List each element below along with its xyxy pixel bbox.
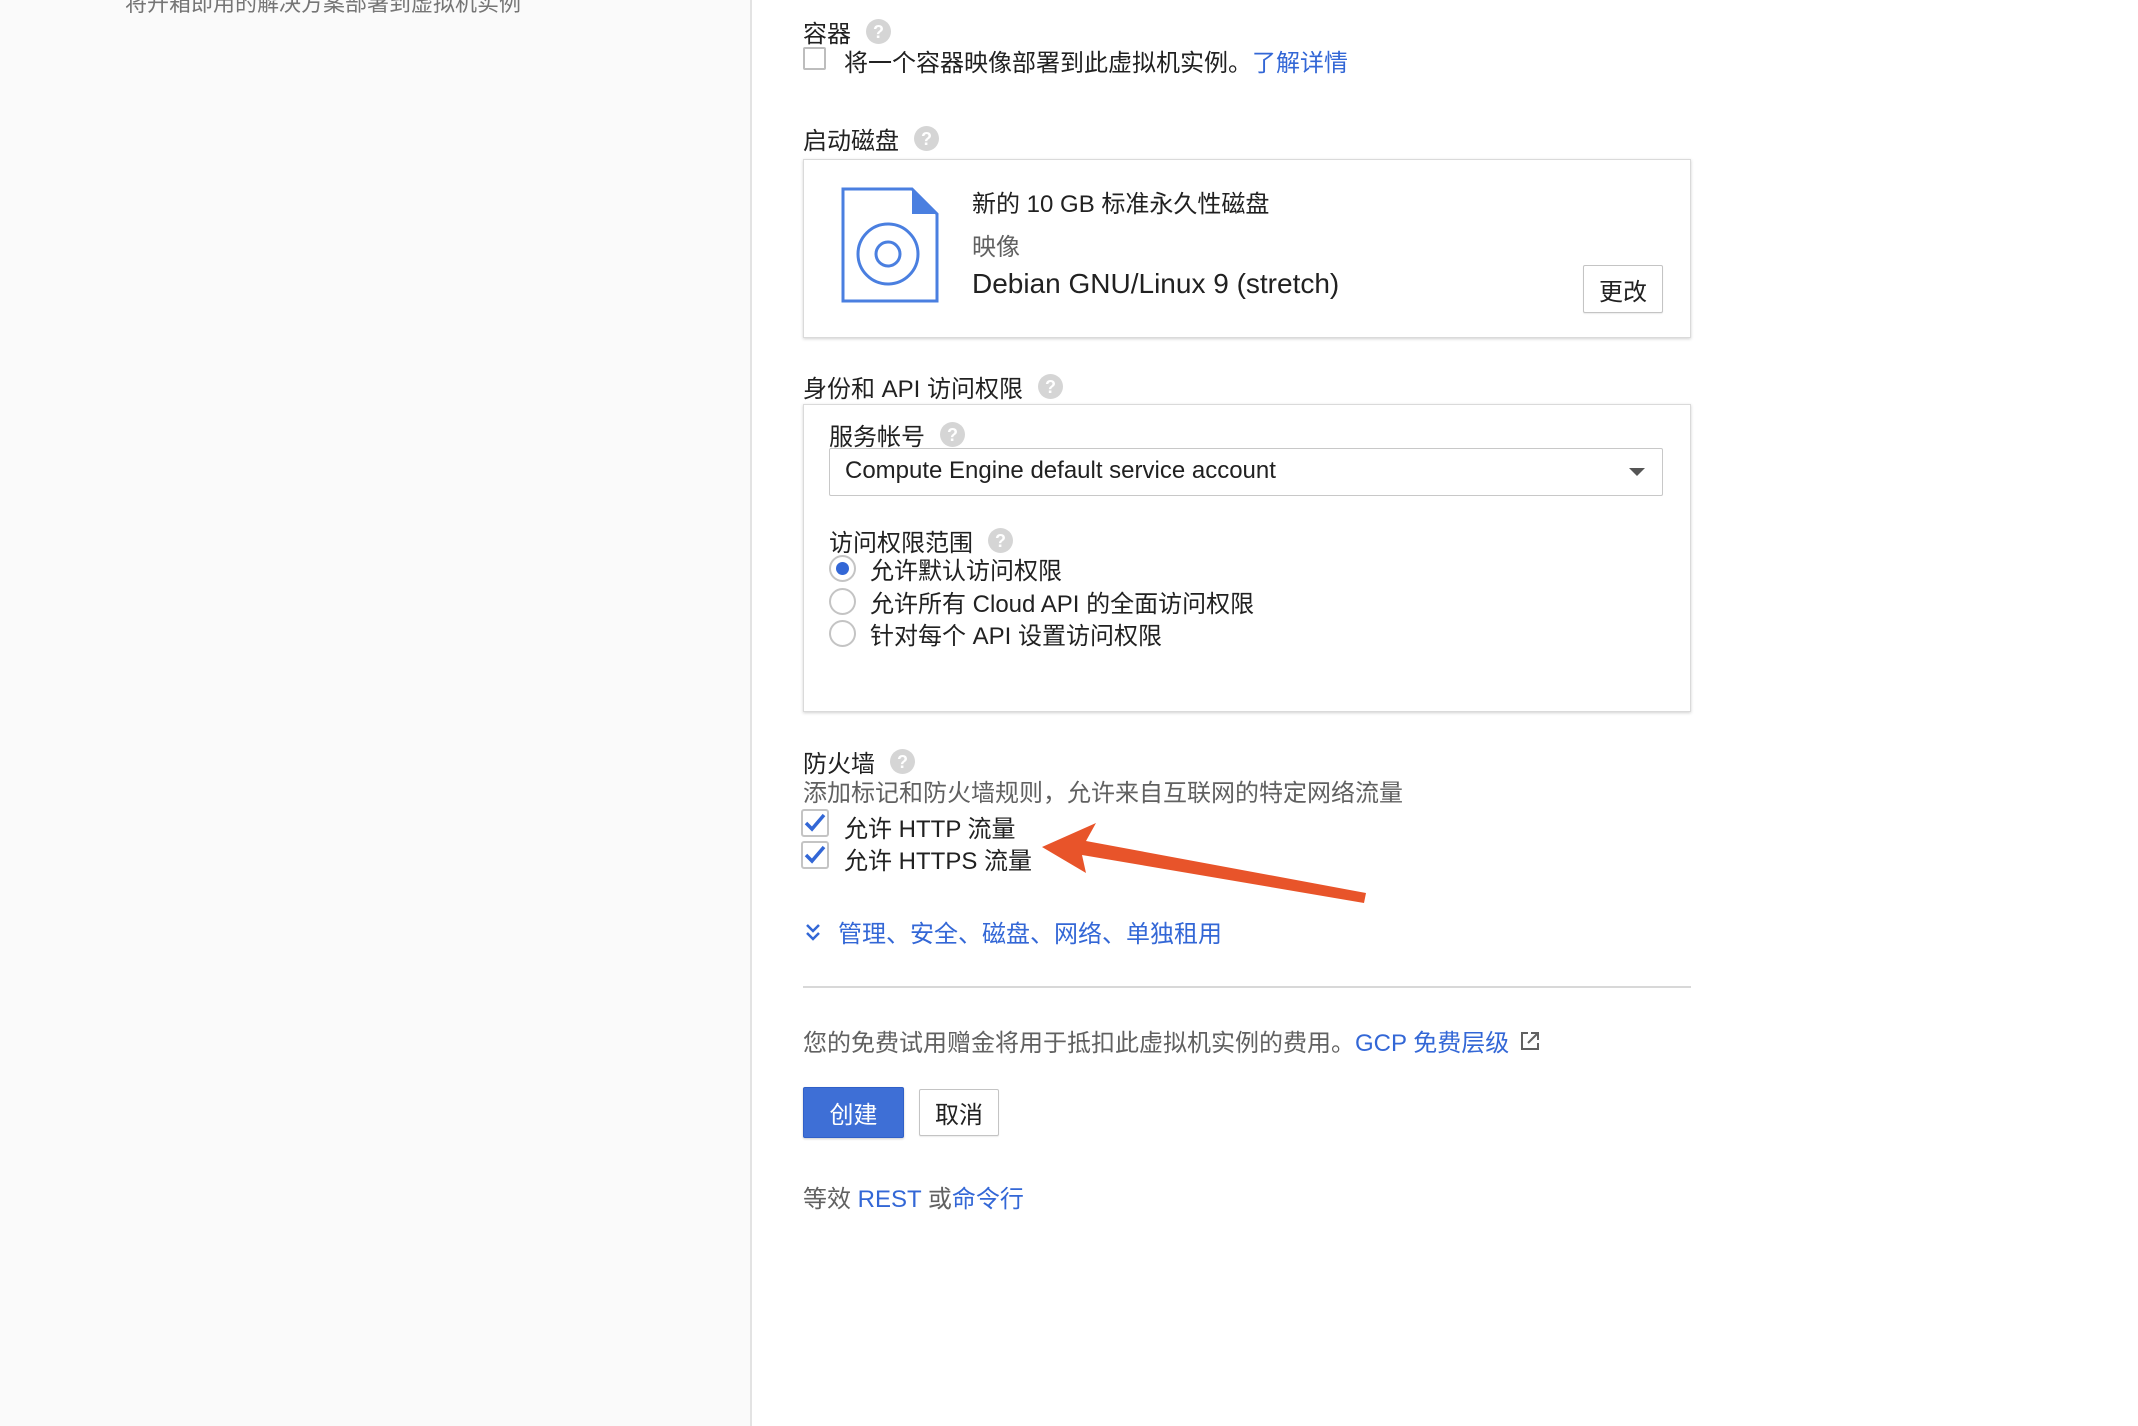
boot-disk-image-label: 映像	[972, 234, 1020, 261]
identity-card: 服务帐号 ? Compute Engine default service ac…	[803, 404, 1691, 712]
service-account-label: 服务帐号	[829, 424, 925, 451]
rest-link[interactable]: REST	[858, 1186, 922, 1213]
container-checkbox-text: 将一个容器映像部署到此虚拟机实例。	[844, 50, 1252, 77]
identity-section-label: 身份和 API 访问权限 ?	[803, 369, 1064, 404]
help-icon[interactable]: ?	[914, 126, 939, 151]
allow-https-label: 允许 HTTPS 流量	[844, 848, 1033, 875]
service-account-value: Compute Engine default service account	[845, 457, 1276, 484]
allow-http-label: 允许 HTTP 流量	[844, 816, 1016, 843]
boot-disk-section-label: 启动磁盘 ?	[803, 121, 939, 156]
cancel-button[interactable]: 取消	[919, 1089, 999, 1136]
chevron-down-icon	[1629, 468, 1645, 476]
equivalent-links: 等效 REST 或命令行	[803, 1179, 1024, 1214]
scope-radio-full[interactable]	[829, 588, 856, 615]
boot-disk-card: 新的 10 GB 标准永久性磁盘 映像 Debian GNU/Linux 9 (…	[803, 159, 1691, 338]
service-account-select[interactable]: Compute Engine default service account	[829, 448, 1663, 496]
free-tier-link[interactable]: GCP 免费层级	[1355, 1023, 1509, 1058]
checkmark-icon	[801, 809, 829, 837]
free-trial-text: 您的免费试用赠金将用于抵扣此虚拟机实例的费用。	[803, 1030, 1355, 1057]
help-icon[interactable]: ?	[866, 19, 891, 44]
advanced-options-link[interactable]: 管理、安全、磁盘、网络、单独租用	[838, 914, 1222, 949]
identity-label: 身份和 API 访问权限	[803, 376, 1024, 403]
checkmark-icon	[801, 841, 829, 869]
scope-label-per-api: 针对每个 API 设置访问权限	[870, 623, 1163, 650]
disk-image-icon	[840, 186, 940, 309]
service-account-section-label: 服务帐号 ?	[829, 417, 965, 452]
boot-disk-image-name: Debian GNU/Linux 9 (stretch)	[972, 268, 1340, 299]
equivalent-prefix: 等效	[803, 1186, 851, 1213]
boot-disk-title: 新的 10 GB 标准永久性磁盘	[972, 191, 1270, 218]
allow-https-checkbox[interactable]	[801, 841, 829, 869]
help-icon[interactable]: ?	[890, 749, 915, 774]
firewall-description: 添加标记和防火墙规则，允许来自互联网的特定网络流量	[803, 780, 1403, 807]
free-trial-note: 您的免费试用赠金将用于抵扣此虚拟机实例的费用。 GCP 免费层级	[803, 1023, 1541, 1058]
help-icon[interactable]: ?	[988, 528, 1013, 553]
learn-more-link[interactable]: 了解详情	[1252, 50, 1348, 77]
allow-http-checkbox[interactable]	[801, 809, 829, 837]
equivalent-or: 或	[927, 1186, 952, 1213]
create-button[interactable]: 创建	[803, 1087, 904, 1138]
double-chevron-down-icon	[803, 921, 823, 943]
help-icon[interactable]: ?	[1038, 374, 1064, 399]
scope-label-full: 允许所有 Cloud API 的全面访问权限	[870, 591, 1255, 618]
main-form: 容器 ? 将一个容器映像部署到此虚拟机实例。了解详情 启动磁盘 ? 新的 10 …	[0, 0, 2138, 1426]
section-divider	[803, 986, 1691, 988]
external-link-icon[interactable]	[1519, 1030, 1541, 1052]
container-checkbox-label: 将一个容器映像部署到此虚拟机实例。了解详情	[844, 43, 1348, 78]
scope-radio-per-api[interactable]	[829, 620, 856, 647]
scope-label-default: 允许默认访问权限	[870, 558, 1062, 585]
annotation-arrow-icon	[1042, 823, 1366, 903]
boot-disk-label: 启动磁盘	[803, 128, 899, 155]
change-disk-button[interactable]: 更改	[1583, 265, 1663, 313]
container-checkbox[interactable]	[803, 47, 826, 70]
command-line-link[interactable]: 命令行	[952, 1186, 1024, 1213]
help-icon[interactable]: ?	[940, 422, 965, 447]
scope-radio-default[interactable]	[829, 555, 856, 582]
advanced-options-toggle[interactable]: 管理、安全、磁盘、网络、单独租用	[803, 914, 1222, 949]
